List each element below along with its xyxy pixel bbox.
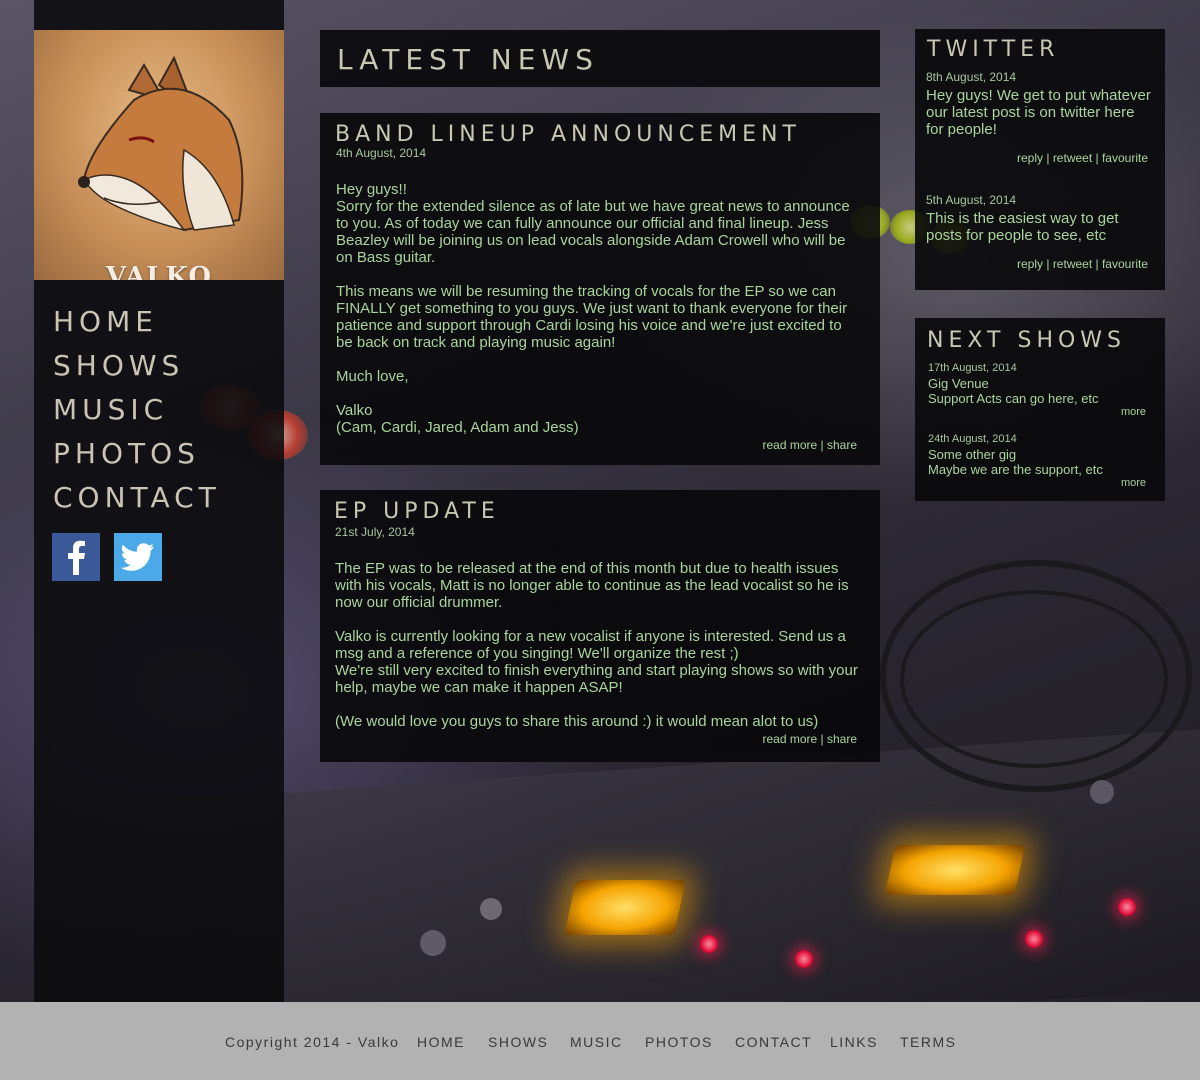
post-paragraph: Hey guys!!: [336, 181, 407, 198]
post-title[interactable]: BAND LINEUP ANNOUNCEMENT: [335, 122, 801, 147]
tweet-reply-link[interactable]: reply: [1017, 257, 1043, 271]
tweet-retweet-link[interactable]: retweet: [1053, 257, 1092, 271]
footer-link-contact[interactable]: CONTACT: [735, 1034, 812, 1050]
tweet-favourite-link[interactable]: favourite: [1102, 151, 1148, 165]
latest-news-header: LATEST NEWS: [320, 30, 880, 87]
tweet-retweet-link[interactable]: retweet: [1053, 151, 1092, 165]
footer-link-links[interactable]: LINKS: [830, 1034, 878, 1050]
post-title[interactable]: EP UPDATE: [334, 499, 500, 524]
twitter-panel: TWITTER 8th August, 2014 Hey guys! We ge…: [915, 29, 1165, 290]
post-date: 4th August, 2014: [336, 146, 427, 160]
nav-music[interactable]: MUSIC: [53, 388, 221, 432]
post-paragraph: We're still very excited to finish every…: [335, 662, 858, 696]
show-support: Support Acts can go here, etc: [928, 391, 1099, 406]
tweet-favourite-link[interactable]: favourite: [1102, 257, 1148, 271]
next-shows-panel: NEXT SHOWS 17th August, 2014 Gig Venue S…: [915, 318, 1165, 501]
post-paragraph: Valko is currently looking for a new voc…: [335, 628, 846, 662]
post-paragraph: Much love,: [336, 368, 409, 385]
read-more-link[interactable]: read more: [762, 438, 817, 452]
post-body: Hey guys!! Sorry for the extended silenc…: [336, 181, 861, 436]
show-more-link[interactable]: more: [1121, 406, 1146, 418]
footer-link-home[interactable]: HOME: [417, 1034, 465, 1050]
share-link[interactable]: share: [827, 732, 857, 746]
latest-news-title: LATEST NEWS: [337, 43, 599, 76]
main-nav: HOME SHOWS MUSIC PHOTOS CONTACT: [53, 300, 221, 520]
wolf-illustration: [78, 55, 244, 232]
post-paragraph: (Cam, Cardi, Jared, Adam and Jess): [336, 419, 579, 436]
footer-copyright: Copyright 2014 - Valko: [225, 1034, 400, 1050]
band-logo[interactable]: VALKO: [34, 30, 284, 280]
post-paragraph: (We would love you guys to share this ar…: [335, 713, 819, 730]
footer-link-terms[interactable]: TERMS: [900, 1034, 957, 1050]
show-support: Maybe we are the support, etc: [928, 462, 1103, 477]
post-body: The EP was to be released at the end of …: [335, 560, 860, 730]
tweet-date: 5th August, 2014: [926, 193, 1017, 207]
nav-contact[interactable]: CONTACT: [53, 476, 221, 520]
footer-link-photos[interactable]: PHOTOS: [645, 1034, 713, 1050]
post-paragraph: The EP was to be released at the end of …: [335, 560, 849, 611]
news-post: EP UPDATE 21st July, 2014 The EP was to …: [320, 490, 880, 762]
tweet-date: 8th August, 2014: [926, 70, 1017, 84]
footer: Copyright 2014 - Valko HOME SHOWS MUSIC …: [0, 1002, 1200, 1080]
nav-home[interactable]: HOME: [53, 300, 221, 344]
nav-shows[interactable]: SHOWS: [53, 344, 221, 388]
next-shows-title: NEXT SHOWS: [927, 328, 1127, 353]
post-paragraph: Sorry for the extended silence as of lat…: [336, 198, 850, 266]
post-actions: read more | share: [762, 732, 857, 746]
show-date: 17th August, 2014: [928, 362, 1017, 374]
post-paragraph: This means we will be resuming the track…: [336, 283, 848, 351]
post-date: 21st July, 2014: [335, 525, 415, 539]
footer-link-shows[interactable]: SHOWS: [488, 1034, 548, 1050]
share-link[interactable]: share: [827, 438, 857, 452]
show-venue: Gig Venue: [928, 376, 989, 391]
logo-text: VALKO: [105, 262, 213, 280]
news-post: BAND LINEUP ANNOUNCEMENT 4th August, 201…: [320, 113, 880, 465]
tweet-text: This is the easiest way to get posts for…: [926, 210, 1119, 244]
facebook-icon[interactable]: [52, 533, 100, 581]
tweet-reply-link[interactable]: reply: [1017, 151, 1043, 165]
show-more-link[interactable]: more: [1121, 477, 1146, 489]
post-paragraph: Valko: [336, 402, 373, 419]
post-actions: read more | share: [762, 438, 857, 452]
show-date: 24th August, 2014: [928, 433, 1017, 445]
footer-link-music[interactable]: MUSIC: [570, 1034, 623, 1050]
tweet-actions: reply | retweet | favourite: [1017, 257, 1148, 271]
show-venue: Some other gig: [928, 447, 1017, 462]
tweet-text: Hey guys! We get to put whatever our lat…: [926, 87, 1151, 138]
twitter-icon[interactable]: [114, 533, 162, 581]
tweet-actions: reply | retweet | favourite: [1017, 151, 1148, 165]
twitter-title: TWITTER: [927, 37, 1060, 62]
read-more-link[interactable]: read more: [762, 732, 817, 746]
nav-photos[interactable]: PHOTOS: [53, 432, 221, 476]
